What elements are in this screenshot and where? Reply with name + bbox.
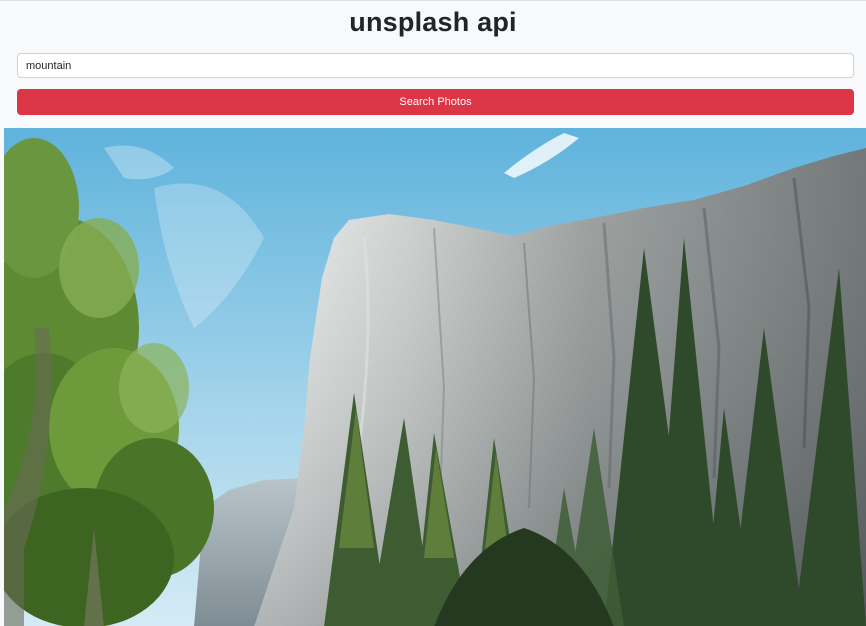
result-photo[interactable] — [4, 128, 866, 626]
photo-image — [4, 128, 866, 626]
app-page: unsplash api Search Photos — [0, 0, 866, 626]
search-input[interactable] — [17, 53, 854, 78]
page-title: unsplash api — [349, 7, 517, 37]
search-photos-button[interactable]: Search Photos — [17, 89, 854, 115]
